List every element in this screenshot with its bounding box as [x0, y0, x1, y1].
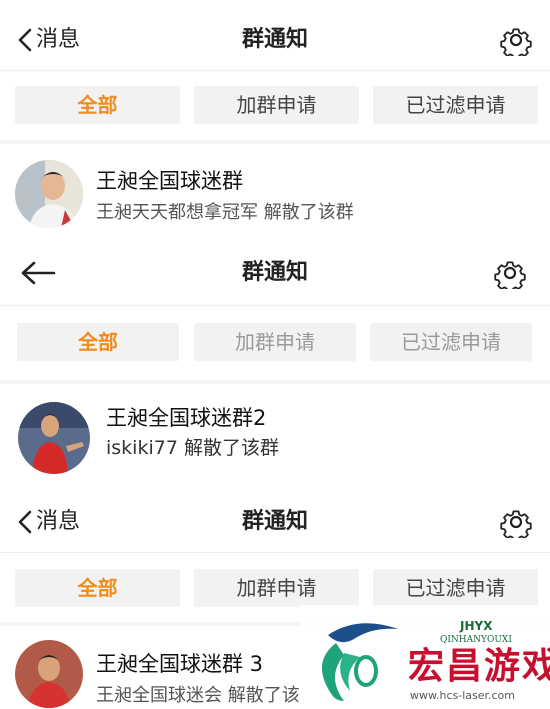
watermark-brand: QINHANYOUXI	[440, 635, 512, 645]
tab-filtered-requests[interactable]: 已过滤申请	[373, 569, 538, 607]
tab-all[interactable]: 全部	[17, 323, 179, 361]
page-title: 群通知	[241, 260, 308, 285]
item-subtitle: 王昶全国球迷会 解散了该	[96, 685, 300, 706]
tab-join-requests[interactable]: 加群申请	[194, 323, 356, 361]
tab-filtered-requests[interactable]: 已过滤申请	[370, 323, 532, 361]
item-subtitle: 王昶天天都想拿冠军 解散了该群	[96, 202, 354, 223]
avatar	[15, 160, 83, 228]
panel-1-header: 消息 群通知	[0, 10, 550, 70]
panel-1-tabs: 全部 加群申请 已过滤申请	[0, 86, 550, 126]
avatar	[15, 640, 83, 708]
header-divider	[0, 552, 550, 553]
section-divider	[0, 380, 550, 384]
page-title: 群通知	[241, 509, 308, 534]
tab-join-requests[interactable]: 加群申请	[194, 86, 359, 124]
watermark-site-name: 宏昌游戏网	[408, 646, 550, 687]
page-title: 群通知	[241, 27, 308, 52]
tab-all[interactable]: 全部	[15, 86, 180, 124]
tab-all[interactable]: 全部	[15, 569, 180, 607]
item-title: 王昶全国球迷群 3	[96, 652, 264, 676]
tab-filtered-requests[interactable]: 已过滤申请	[373, 86, 538, 124]
header-divider	[0, 305, 550, 306]
panel-2-tabs: 全部 加群申请 已过滤申请	[0, 323, 550, 363]
item-title: 王昶全国球迷群2	[106, 406, 267, 430]
panel-2-header: 群通知	[0, 243, 550, 303]
section-divider	[0, 140, 550, 144]
item-title: 王昶全国球迷群	[96, 169, 243, 193]
panel-3-header: 消息 群通知	[0, 492, 550, 552]
panel-3-tabs: 全部 加群申请 已过滤申请	[0, 569, 550, 609]
screenshot-collage: 消息 群通知 全部 加群申请 已过滤申请 王昶全国球迷群 王昶天天都想拿冠军 解…	[0, 0, 550, 709]
watermark-brand-top: JHYX	[460, 619, 493, 633]
tab-join-requests[interactable]: 加群申请	[194, 569, 359, 607]
item-subtitle: iskiki77 解散了该群	[106, 437, 279, 459]
gear-icon[interactable]	[494, 257, 526, 289]
gear-icon[interactable]	[500, 506, 532, 538]
header-divider	[0, 70, 550, 71]
site-watermark: JHYX QINHANYOUXI 宏昌游戏网 www.hcs-laser.com	[300, 605, 550, 709]
watermark-logo-icon	[321, 623, 398, 701]
watermark-url: www.hcs-laser.com	[410, 689, 515, 702]
avatar	[18, 402, 90, 474]
list-item[interactable]: 王昶全国球迷群2 iskiki77 解散了该群	[0, 398, 550, 478]
gear-icon[interactable]	[500, 24, 532, 56]
list-item[interactable]: 王昶全国球迷群 王昶天天都想拿冠军 解散了该群	[0, 155, 550, 235]
